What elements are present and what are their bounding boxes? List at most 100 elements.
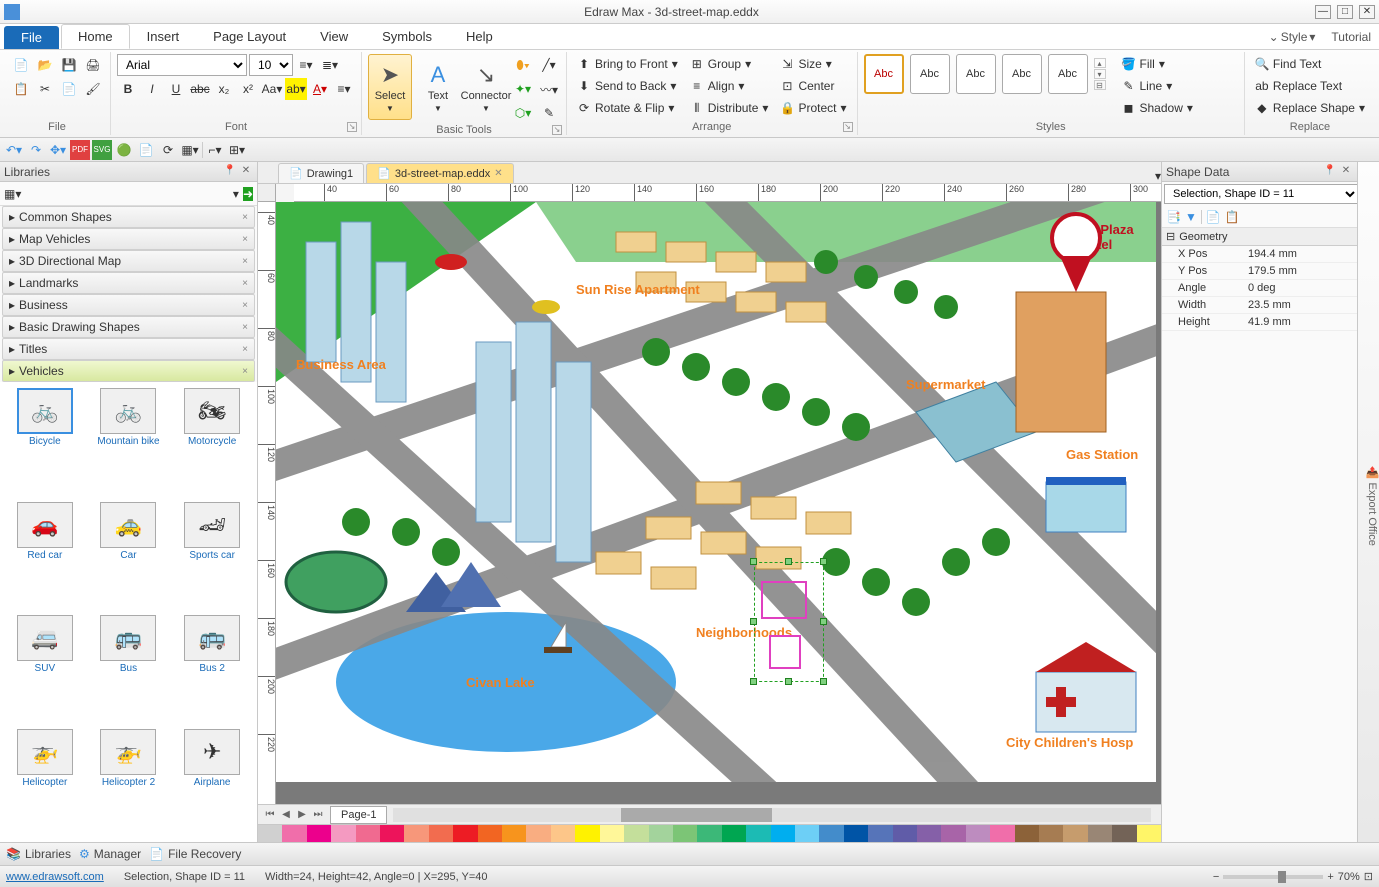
lib-dropdown[interactable]: ▾ bbox=[233, 187, 239, 201]
save-button[interactable]: 💾 bbox=[58, 54, 80, 76]
bottom-tab-manager[interactable]: ⚙Manager bbox=[79, 847, 141, 861]
shape-bicycle[interactable]: 🚲Bicycle bbox=[6, 388, 84, 496]
center-button[interactable]: ⊡Center bbox=[776, 76, 850, 96]
color-swatch[interactable] bbox=[624, 825, 648, 842]
h-scrollbar[interactable] bbox=[393, 808, 1151, 822]
page-next[interactable]: ▶ bbox=[294, 809, 310, 820]
page-tab-1[interactable]: Page-1 bbox=[330, 806, 387, 824]
line-button[interactable]: ✎Line▾ bbox=[1118, 76, 1197, 96]
zoom-in[interactable]: + bbox=[1327, 871, 1333, 883]
lib-category-landmarks[interactable]: ▸Landmarks× bbox=[2, 272, 255, 294]
size-button[interactable]: ⇲Size▾ bbox=[776, 54, 850, 74]
rotate-flip-button[interactable]: ⟳Rotate & Flip▾ bbox=[573, 98, 682, 118]
color-swatch[interactable] bbox=[551, 825, 575, 842]
fill-button[interactable]: 🪣Fill▾ bbox=[1118, 54, 1197, 74]
bullets-button[interactable]: ≡▾ bbox=[295, 54, 317, 76]
pin-icon[interactable]: 📍 bbox=[1323, 165, 1337, 179]
color-swatch[interactable] bbox=[990, 825, 1014, 842]
refresh-button[interactable]: ⟳ bbox=[158, 140, 178, 160]
find-text-button[interactable]: 🔍Find Text bbox=[1251, 54, 1369, 74]
table-button[interactable]: ⊞▾ bbox=[227, 140, 247, 160]
pin-icon[interactable]: 📍 bbox=[223, 165, 237, 179]
color-swatch[interactable] bbox=[893, 825, 917, 842]
numbering-button[interactable]: ≣▾ bbox=[319, 54, 341, 76]
color-swatch[interactable] bbox=[404, 825, 428, 842]
move-button[interactable]: ✥▾ bbox=[48, 140, 68, 160]
minimize-button[interactable]: — bbox=[1315, 5, 1331, 19]
page-first[interactable]: ⏮ bbox=[262, 809, 278, 820]
color-swatch[interactable] bbox=[771, 825, 795, 842]
zoom-fit[interactable]: ⊡ bbox=[1364, 870, 1373, 883]
bottom-tab-libraries[interactable]: 📚Libraries bbox=[6, 847, 71, 861]
color-swatch[interactable] bbox=[453, 825, 477, 842]
undo-button[interactable]: ↶▾ bbox=[4, 140, 24, 160]
close-button[interactable]: ✕ bbox=[1359, 5, 1375, 19]
lib-category-vehicles[interactable]: ▸Vehicles× bbox=[2, 360, 255, 382]
sd-btn2[interactable]: ▼ bbox=[1185, 210, 1197, 224]
zoom-out[interactable]: − bbox=[1213, 871, 1219, 883]
protect-button[interactable]: 🔒Protect▾ bbox=[776, 98, 850, 118]
shape-helicopter[interactable]: 🚁Helicopter bbox=[6, 729, 84, 837]
bring-front-button[interactable]: ⬆Bring to Front▾ bbox=[573, 54, 682, 74]
style-up[interactable]: ▴ bbox=[1094, 58, 1106, 68]
shape2-button[interactable]: ✦▾ bbox=[512, 78, 534, 100]
color-swatch[interactable] bbox=[819, 825, 843, 842]
menu-symbols[interactable]: Symbols bbox=[365, 24, 449, 49]
font-size-select[interactable]: 10 bbox=[249, 54, 293, 76]
color-swatch[interactable] bbox=[868, 825, 892, 842]
color-swatch[interactable] bbox=[697, 825, 721, 842]
connector-tool[interactable]: ↘Connector▼ bbox=[464, 54, 508, 120]
color-swatch[interactable] bbox=[966, 825, 990, 842]
prop-width[interactable]: Width23.5 mm bbox=[1162, 297, 1357, 314]
font-dialog-launcher[interactable]: ↘ bbox=[347, 122, 357, 132]
font-color-button[interactable]: A▾ bbox=[309, 78, 331, 100]
color-swatch[interactable] bbox=[526, 825, 550, 842]
tabs-menu[interactable]: ▾ bbox=[1155, 169, 1161, 183]
tutorial-link[interactable]: Tutorial bbox=[1323, 24, 1379, 49]
color-swatch[interactable] bbox=[795, 825, 819, 842]
prop-height[interactable]: Height41.9 mm bbox=[1162, 314, 1357, 331]
close-icon[interactable]: ✕ bbox=[239, 165, 253, 179]
style-preset-1[interactable]: Abc bbox=[864, 54, 904, 94]
color-swatch[interactable] bbox=[673, 825, 697, 842]
website-link[interactable]: www.edrawsoft.com bbox=[6, 871, 104, 883]
bottom-tab-file-recovery[interactable]: 📄File Recovery bbox=[149, 847, 241, 861]
color-swatch[interactable] bbox=[575, 825, 599, 842]
line-tool[interactable]: ╱▾ bbox=[538, 54, 560, 76]
color-swatch[interactable] bbox=[1137, 825, 1161, 842]
color-swatch[interactable] bbox=[1112, 825, 1136, 842]
menu-home[interactable]: Home bbox=[61, 24, 130, 49]
shape-red-car[interactable]: 🚗Red car bbox=[6, 502, 84, 610]
paste-button[interactable]: 📄 bbox=[58, 78, 80, 100]
open-button[interactable]: 📂 bbox=[34, 54, 56, 76]
page-last[interactable]: ⏭ bbox=[310, 809, 326, 820]
bold-button[interactable]: B bbox=[117, 78, 139, 100]
page-prev[interactable]: ◀ bbox=[278, 809, 294, 820]
lib-category-3d-directional-map[interactable]: ▸3D Directional Map× bbox=[2, 250, 255, 272]
style-down[interactable]: ▾ bbox=[1094, 69, 1106, 79]
new-button[interactable]: 📄 bbox=[10, 54, 32, 76]
sd-btn3[interactable]: 📄 bbox=[1206, 210, 1221, 224]
lib-category-business[interactable]: ▸Business× bbox=[2, 294, 255, 316]
underline-button[interactable]: U bbox=[165, 78, 187, 100]
color-swatch[interactable] bbox=[380, 825, 404, 842]
close-tab-icon[interactable]: ✕ bbox=[494, 168, 502, 179]
color-swatch[interactable] bbox=[722, 825, 746, 842]
color-swatch[interactable] bbox=[600, 825, 624, 842]
corner-button[interactable]: ⌐▾ bbox=[205, 140, 225, 160]
lib-category-titles[interactable]: ▸Titles× bbox=[2, 338, 255, 360]
style-link[interactable]: ⌄Style▾ bbox=[1261, 24, 1324, 49]
format-painter-button[interactable]: 🖌 bbox=[82, 78, 104, 100]
highlight-button[interactable]: ab▾ bbox=[285, 78, 307, 100]
color-swatch[interactable] bbox=[746, 825, 770, 842]
selection-box[interactable] bbox=[754, 562, 824, 682]
strike-button[interactable]: abc bbox=[189, 78, 211, 100]
menu-insert[interactable]: Insert bbox=[130, 24, 197, 49]
menu-page-layout[interactable]: Page Layout bbox=[196, 24, 303, 49]
export-office-strip[interactable]: 📤 Export Office bbox=[1357, 162, 1379, 842]
style-preset-3[interactable]: Abc bbox=[956, 54, 996, 94]
arrange-dialog-launcher[interactable]: ↘ bbox=[843, 122, 853, 132]
menu-help[interactable]: Help bbox=[449, 24, 510, 49]
lib-category-common-shapes[interactable]: ▸Common Shapes× bbox=[2, 206, 255, 228]
shape1-button[interactable]: ⬮▾ bbox=[512, 54, 534, 76]
